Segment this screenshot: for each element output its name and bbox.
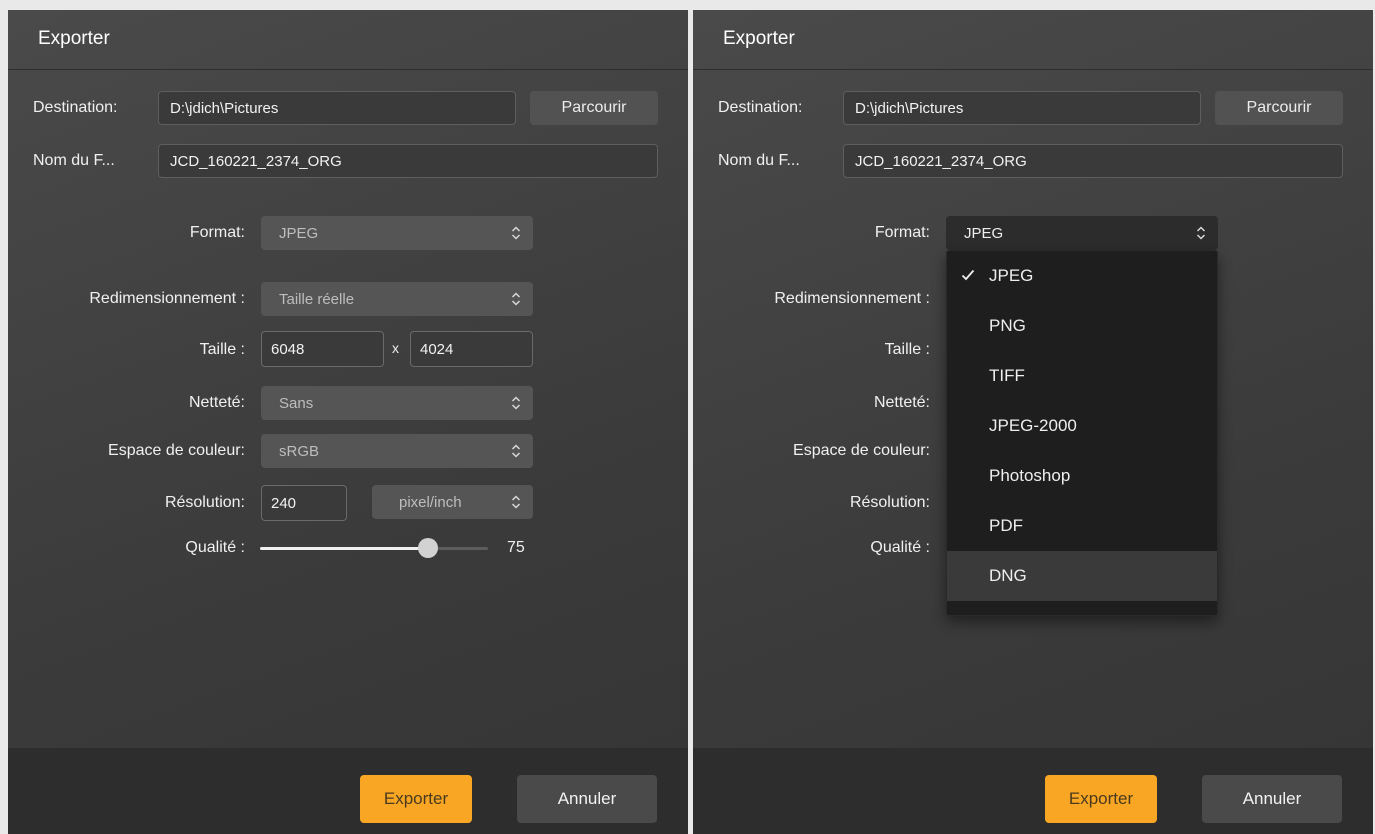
resize-select[interactable]: Taille réelle xyxy=(261,282,533,316)
format-option-photoshop[interactable]: Photoshop xyxy=(947,451,1217,501)
quality-slider-track[interactable] xyxy=(438,547,488,550)
format-label: Format: xyxy=(874,224,930,241)
format-select-value: JPEG xyxy=(964,224,1004,242)
chevron-up-down-icon xyxy=(511,495,521,509)
dialog-title: Exporter xyxy=(723,28,795,49)
quality-slider-thumb[interactable] xyxy=(418,538,438,558)
format-label: Format: xyxy=(189,224,245,241)
format-dropdown-menu: JPEG PNG TIFF JPEG-2000 Photoshop PDF DN… xyxy=(946,250,1218,616)
format-option-dng[interactable]: DNG xyxy=(947,551,1217,601)
chevron-up-down-icon xyxy=(511,292,521,306)
format-option-label: JPEG-2000 xyxy=(989,416,1077,435)
dialog-title: Exporter xyxy=(38,28,110,49)
chevron-up-down-icon xyxy=(1196,226,1206,240)
format-option-label: JPEG xyxy=(989,266,1034,285)
destination-label: Destination: xyxy=(33,99,118,116)
export-button[interactable]: Exporter xyxy=(360,775,472,823)
resolution-unit-select[interactable]: pixel/inch xyxy=(372,485,533,519)
resolution-label: Résolution: xyxy=(849,494,930,511)
sharpness-label: Netteté: xyxy=(188,394,245,411)
sharpness-label: Netteté: xyxy=(873,394,930,411)
filename-field[interactable]: JCD_160221_2374_ORG xyxy=(843,144,1343,178)
chevron-up-down-icon xyxy=(511,226,521,240)
destination-field[interactable]: D:\jdich\Pictures xyxy=(158,91,516,125)
colorspace-select-value: sRGB xyxy=(279,442,320,460)
quality-label: Qualité : xyxy=(870,539,930,556)
quality-label: Qualité : xyxy=(185,539,245,556)
format-option-label: PNG xyxy=(989,316,1026,335)
destination-label: Destination: xyxy=(718,99,803,116)
resolution-unit-value: pixel/inch xyxy=(399,493,462,511)
filename-field[interactable]: JCD_160221_2374_ORG xyxy=(158,144,658,178)
check-icon xyxy=(961,269,975,281)
resolution-field[interactable]: 240 xyxy=(261,485,347,521)
height-field[interactable]: 4024 xyxy=(410,331,533,367)
format-option-jpeg-2000[interactable]: JPEG-2000 xyxy=(947,401,1217,451)
format-option-label: Photoshop xyxy=(989,466,1071,485)
cancel-button[interactable]: Annuler xyxy=(1202,775,1342,823)
format-option-pdf[interactable]: PDF xyxy=(947,501,1217,551)
destination-field[interactable]: D:\jdich\Pictures xyxy=(843,91,1201,125)
format-option-jpeg[interactable]: JPEG xyxy=(947,251,1217,301)
export-dialog-left: Exporter Destination: D:\jdich\Pictures … xyxy=(8,10,688,834)
title-separator xyxy=(8,69,688,70)
colorspace-label: Espace de couleur: xyxy=(793,442,930,459)
colorspace-select[interactable]: sRGB xyxy=(261,434,533,468)
sharpness-select[interactable]: Sans xyxy=(261,386,533,420)
quality-value: 75 xyxy=(507,539,525,556)
resize-select-value: Taille réelle xyxy=(279,290,355,308)
export-button[interactable]: Exporter xyxy=(1045,775,1157,823)
resolution-label: Résolution: xyxy=(164,494,245,511)
format-option-label: DNG xyxy=(989,566,1027,585)
colorspace-label: Espace de couleur: xyxy=(108,442,245,459)
format-option-png[interactable]: PNG xyxy=(947,301,1217,351)
sharpness-select-value: Sans xyxy=(279,394,314,412)
cancel-button[interactable]: Annuler xyxy=(517,775,657,823)
format-select[interactable]: JPEG xyxy=(946,216,1218,250)
format-select-value: JPEG xyxy=(279,224,319,242)
resize-label: Redimensionnement : xyxy=(89,290,245,307)
filename-label: Nom du F... xyxy=(33,152,115,169)
format-option-label: TIFF xyxy=(989,366,1025,385)
resize-label: Redimensionnement : xyxy=(774,290,930,307)
size-label: Taille : xyxy=(884,341,930,358)
filename-label: Nom du F... xyxy=(718,152,800,169)
title-separator xyxy=(693,69,1373,70)
export-dialog-right: Exporter Destination: D:\jdich\Pictures … xyxy=(693,10,1373,834)
browse-button[interactable]: Parcourir xyxy=(530,91,658,125)
format-option-label: PDF xyxy=(989,516,1023,535)
size-label: Taille : xyxy=(199,341,245,358)
chevron-up-down-icon xyxy=(511,396,521,410)
format-select[interactable]: JPEG xyxy=(261,216,533,250)
quality-slider-fill[interactable] xyxy=(260,547,427,550)
width-field[interactable]: 6048 xyxy=(261,331,384,367)
browse-button[interactable]: Parcourir xyxy=(1215,91,1343,125)
chevron-up-down-icon xyxy=(511,444,521,458)
times-sign: x xyxy=(392,340,399,356)
format-option-tiff[interactable]: TIFF xyxy=(947,351,1217,401)
